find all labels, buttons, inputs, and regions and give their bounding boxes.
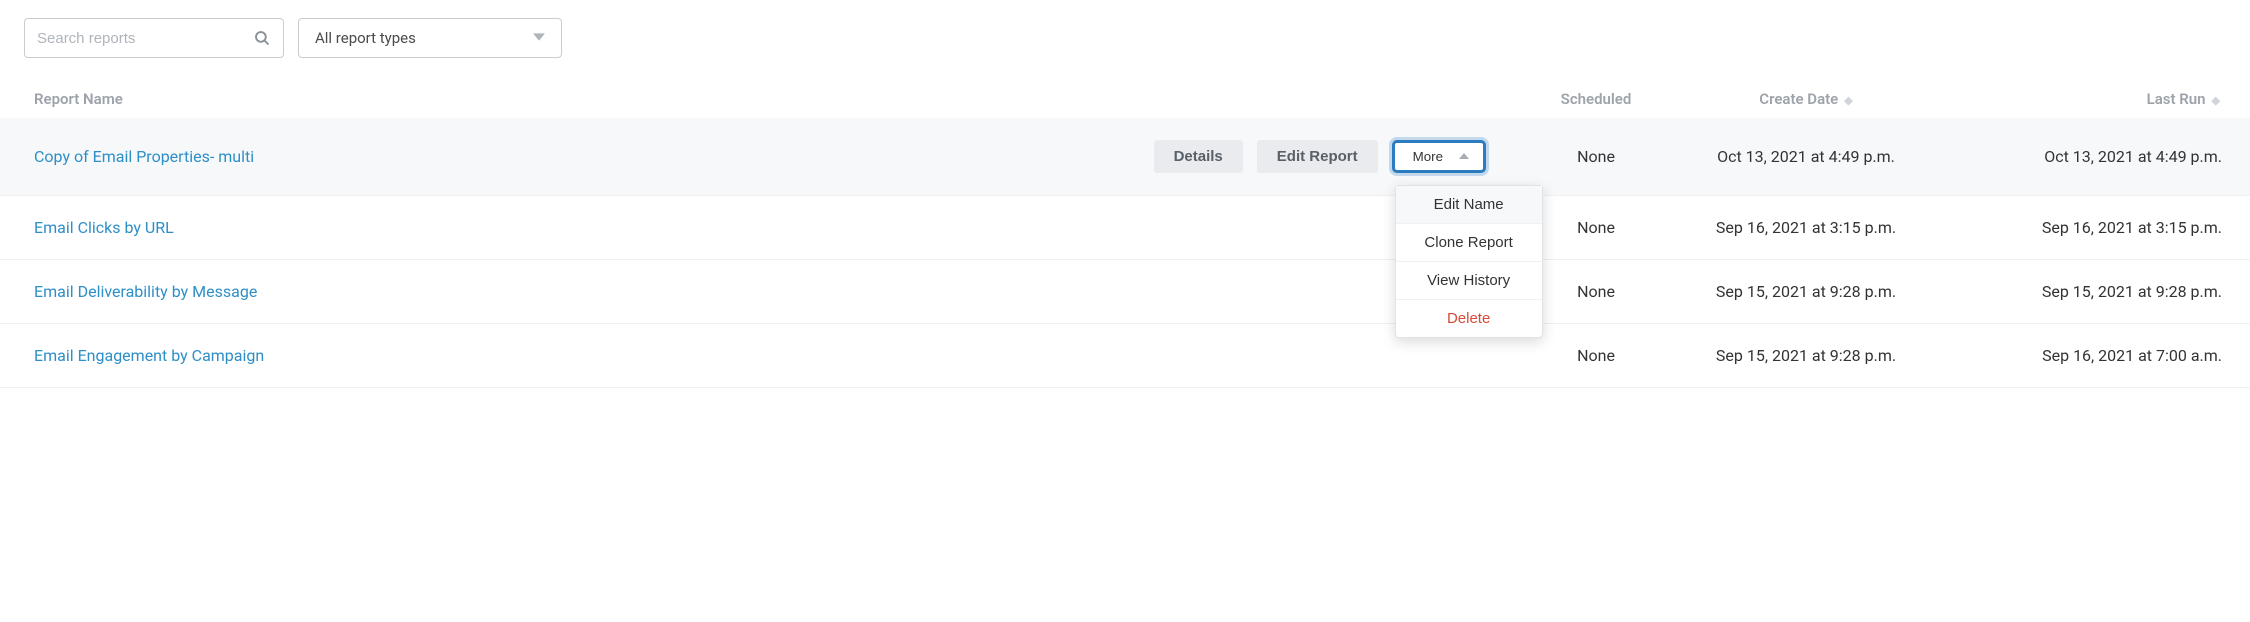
more-button[interactable]: More Edit Name Clone Report View History… — [1392, 140, 1486, 173]
menu-view-history[interactable]: View History — [1396, 262, 1542, 300]
caret-up-icon — [1459, 149, 1469, 164]
name-cell: Copy of Email Properties- multi Details … — [34, 140, 1526, 173]
create-date-value: Sep 15, 2021 at 9:28 p.m. — [1666, 346, 1946, 365]
scheduled-value: None — [1526, 218, 1666, 237]
table-row: Email Deliverability by Message None Sep… — [0, 260, 2250, 324]
caret-down-icon — [533, 29, 545, 47]
table-row: Email Engagement by Campaign None Sep 15… — [0, 324, 2250, 388]
report-type-label: All report types — [315, 29, 416, 47]
name-cell: Email Deliverability by Message — [34, 282, 1526, 301]
table-row: Copy of Email Properties- multi Details … — [0, 118, 2250, 196]
name-cell: Email Engagement by Campaign — [34, 346, 1526, 365]
name-cell: Email Clicks by URL — [34, 218, 1526, 237]
report-name-link[interactable]: Email Deliverability by Message — [34, 282, 257, 301]
more-label: More — [1413, 149, 1443, 164]
menu-clone-report[interactable]: Clone Report — [1396, 224, 1542, 262]
details-button[interactable]: Details — [1154, 140, 1243, 173]
table-header: Report Name Scheduled Create Date◆ Last … — [0, 80, 2250, 118]
last-run-value: Sep 15, 2021 at 9:28 p.m. — [1946, 282, 2226, 301]
report-name-link[interactable]: Email Engagement by Campaign — [34, 346, 264, 365]
col-header-scheduled: Scheduled — [1526, 90, 1666, 108]
table-row: Email Clicks by URL None Sep 16, 2021 at… — [0, 196, 2250, 260]
search-reports-input[interactable] — [37, 30, 253, 47]
create-date-value: Sep 15, 2021 at 9:28 p.m. — [1666, 282, 1946, 301]
create-date-value: Oct 13, 2021 at 4:49 p.m. — [1666, 147, 1946, 166]
last-run-value: Sep 16, 2021 at 7:00 a.m. — [1946, 346, 2226, 365]
row-actions: Details Edit Report More Edit Name Clone… — [1154, 140, 1486, 173]
sort-icon: ◆ — [2212, 94, 2220, 107]
scheduled-value: None — [1526, 346, 1666, 365]
more-dropdown: Edit Name Clone Report View History Dele… — [1395, 185, 1543, 338]
menu-delete[interactable]: Delete — [1396, 300, 1542, 337]
search-icon — [253, 29, 271, 47]
last-run-value: Oct 13, 2021 at 4:49 p.m. — [1946, 147, 2226, 166]
report-type-select[interactable]: All report types — [298, 18, 562, 58]
report-name-link[interactable]: Email Clicks by URL — [34, 218, 174, 237]
menu-edit-name[interactable]: Edit Name — [1396, 186, 1542, 224]
scheduled-value: None — [1526, 147, 1666, 166]
col-header-name: Report Name — [34, 90, 1526, 108]
toolbar: All report types — [0, 18, 2250, 80]
report-name-link[interactable]: Copy of Email Properties- multi — [34, 147, 254, 166]
sort-icon: ◆ — [1844, 94, 1852, 107]
col-header-last-run[interactable]: Last Run◆ — [1946, 90, 2226, 108]
search-reports-input-wrapper[interactable] — [24, 18, 284, 58]
scheduled-value: None — [1526, 282, 1666, 301]
edit-report-button[interactable]: Edit Report — [1257, 140, 1378, 173]
create-date-value: Sep 16, 2021 at 3:15 p.m. — [1666, 218, 1946, 237]
reports-table: Report Name Scheduled Create Date◆ Last … — [0, 80, 2250, 388]
col-header-create-date[interactable]: Create Date◆ — [1666, 90, 1946, 108]
last-run-value: Sep 16, 2021 at 3:15 p.m. — [1946, 218, 2226, 237]
